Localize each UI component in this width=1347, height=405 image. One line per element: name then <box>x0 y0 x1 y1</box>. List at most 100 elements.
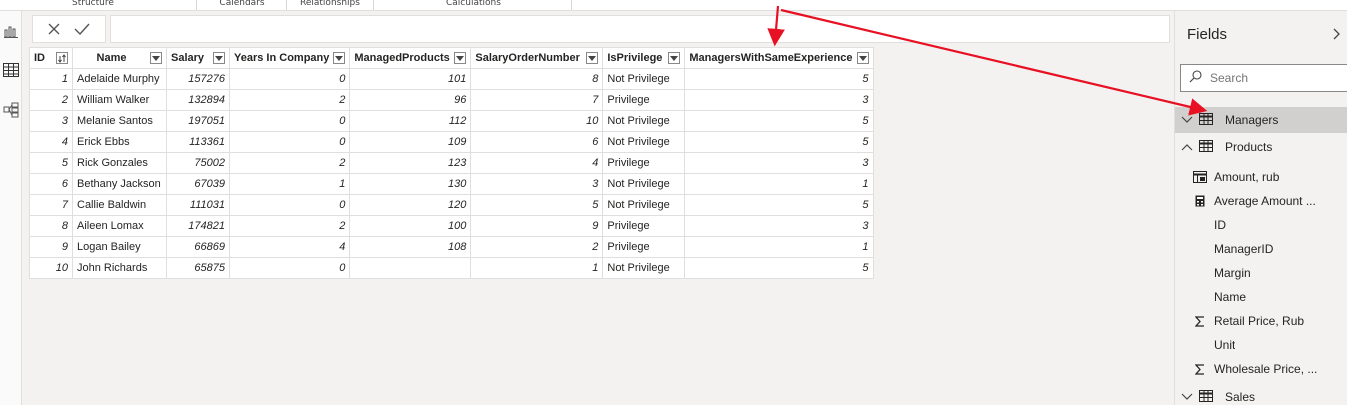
table-cell[interactable]: 109 <box>349 131 472 153</box>
table-cell[interactable]: 3 <box>684 152 874 174</box>
column-header-salary-order-number[interactable]: SalaryOrderNumber <box>470 47 604 69</box>
report-view-button[interactable] <box>1 21 21 41</box>
table-cell[interactable]: 0 <box>228 194 351 216</box>
table-cell[interactable]: Rick Gonzales <box>72 152 167 174</box>
field-item[interactable]: Name <box>1175 285 1347 309</box>
data-view-button[interactable] <box>1 60 21 80</box>
table-cell[interactable]: 2 <box>228 215 351 237</box>
chevron-down-icon[interactable] <box>1181 113 1193 127</box>
table-cell[interactable]: 67039 <box>166 173 230 195</box>
column-header-managers-with-same-experience[interactable]: ManagersWithSameExperience <box>684 47 874 69</box>
table-cell[interactable]: 4 <box>228 236 351 258</box>
table-cell[interactable]: 7 <box>470 89 604 111</box>
table-cell[interactable]: 10 <box>470 110 604 132</box>
filter-dropdown-icon[interactable] <box>668 52 681 64</box>
table-cell[interactable]: 174821 <box>166 215 230 237</box>
table-row[interactable]: 3 Melanie Santos 197051 0 112 10 Not Privilege… <box>29 110 874 132</box>
table-cell[interactable]: 0 <box>228 110 351 132</box>
table-cell[interactable]: Not Privilege <box>602 194 686 216</box>
table-cell[interactable]: 5 <box>684 110 874 132</box>
table-cell[interactable]: 100 <box>349 215 472 237</box>
column-header-salary[interactable]: Salary <box>166 47 230 69</box>
table-cell[interactable]: 101 <box>349 68 472 90</box>
close-icon[interactable] <box>48 20 60 39</box>
table-cell[interactable]: 96 <box>349 89 472 111</box>
table-row[interactable]: 9 Logan Bailey 66869 4 108 2 Privilege 1 <box>29 236 874 258</box>
table-cell[interactable]: 0 <box>228 68 351 90</box>
table-cell[interactable]: Callie Baldwin <box>72 194 167 216</box>
table-cell[interactable]: 6 <box>470 131 604 153</box>
table-cell[interactable]: 3 <box>684 215 874 237</box>
formula-input[interactable] <box>110 15 1170 43</box>
table-cell[interactable]: 10 <box>29 257 73 279</box>
table-cell[interactable]: 65875 <box>166 257 230 279</box>
field-item[interactable]: Margin <box>1175 261 1347 285</box>
table-cell[interactable]: Bethany Jackson <box>72 173 167 195</box>
table-cell[interactable]: 4 <box>470 152 604 174</box>
table-cell[interactable]: 4 <box>29 131 73 153</box>
table-cell[interactable]: 1 <box>684 173 874 195</box>
table-cell[interactable]: 5 <box>684 131 874 153</box>
table-cell[interactable]: 1 <box>228 173 351 195</box>
table-cell[interactable]: John Richards <box>72 257 167 279</box>
model-view-button[interactable] <box>1 100 21 120</box>
fields-table-managers[interactable]: Managers <box>1175 107 1347 133</box>
table-cell[interactable]: Melanie Santos <box>72 110 167 132</box>
table-cell[interactable]: 5 <box>29 152 73 174</box>
table-cell[interactable]: 5 <box>684 257 874 279</box>
table-row[interactable]: 6 Bethany Jackson 67039 1 130 3 Not Privilege 1 <box>29 173 874 195</box>
table-cell[interactable]: 1 <box>29 68 73 90</box>
table-cell[interactable]: 1 <box>684 236 874 258</box>
table-row[interactable]: 2 William Walker 132894 2 96 7 Privilege 3 <box>29 89 874 111</box>
table-cell[interactable]: Adelaide Murphy <box>72 68 167 90</box>
table-cell[interactable]: 0 <box>228 257 351 279</box>
table-cell[interactable]: 7 <box>29 194 73 216</box>
table-cell[interactable]: 130 <box>349 173 472 195</box>
table-cell[interactable]: 5 <box>470 194 604 216</box>
sort-ascending-icon[interactable] <box>56 52 68 64</box>
chevron-down-icon[interactable] <box>1181 390 1193 404</box>
table-row[interactable]: 4 Erick Ebbs 113361 0 109 6 Not Privilege 5 <box>29 131 874 153</box>
filter-dropdown-icon[interactable] <box>454 52 467 64</box>
table-cell[interactable]: 5 <box>684 68 874 90</box>
table-cell[interactable]: 123 <box>349 152 472 174</box>
table-cell[interactable]: 5 <box>684 194 874 216</box>
filter-dropdown-icon[interactable] <box>856 52 869 64</box>
table-cell[interactable]: Not Privilege <box>602 68 686 90</box>
field-item[interactable]: Amount, rub <box>1175 165 1347 189</box>
table-cell[interactable]: Erick Ebbs <box>72 131 167 153</box>
check-icon[interactable] <box>74 20 90 39</box>
table-cell[interactable]: 8 <box>470 68 604 90</box>
chevron-right-icon[interactable] <box>1333 25 1341 44</box>
search-input[interactable] <box>1210 71 1330 85</box>
field-item[interactable]: Average Amount ... <box>1175 189 1347 213</box>
table-cell[interactable]: 1 <box>470 257 604 279</box>
table-cell[interactable]: 112 <box>349 110 472 132</box>
table-cell[interactable]: 108 <box>349 236 472 258</box>
table-row[interactable]: 5 Rick Gonzales 75002 2 123 4 Privilege 3 <box>29 152 874 174</box>
table-cell[interactable]: 113361 <box>166 131 230 153</box>
field-item[interactable]: Retail Price, Rub <box>1175 309 1347 333</box>
table-cell[interactable]: 197051 <box>166 110 230 132</box>
table-cell[interactable]: Not Privilege <box>602 110 686 132</box>
field-item[interactable]: Unit <box>1175 333 1347 357</box>
table-cell[interactable] <box>349 257 472 279</box>
column-header-years-in-company[interactable]: Years In Company <box>228 47 351 69</box>
filter-dropdown-icon[interactable] <box>333 52 346 64</box>
table-row[interactable]: 8 Aileen Lomax 174821 2 100 9 Privilege 3 <box>29 215 874 237</box>
table-cell[interactable]: Privilege <box>602 236 686 258</box>
table-cell[interactable]: 2 <box>470 236 604 258</box>
table-cell[interactable]: 3 <box>29 110 73 132</box>
field-item[interactable]: ID <box>1175 213 1347 237</box>
table-cell[interactable]: Privilege <box>602 215 686 237</box>
table-row[interactable]: 10 John Richards 65875 0 1 Not Privilege 5 <box>29 257 874 279</box>
filter-dropdown-icon[interactable] <box>586 52 599 64</box>
column-header-is-privilege[interactable]: IsPrivilege <box>602 47 686 69</box>
table-cell[interactable]: William Walker <box>72 89 167 111</box>
table-cell[interactable]: 120 <box>349 194 472 216</box>
table-cell[interactable]: 0 <box>228 131 351 153</box>
table-cell[interactable]: Not Privilege <box>602 173 686 195</box>
table-cell[interactable]: 2 <box>228 152 351 174</box>
table-cell[interactable]: 2 <box>228 89 351 111</box>
table-cell[interactable]: 75002 <box>166 152 230 174</box>
